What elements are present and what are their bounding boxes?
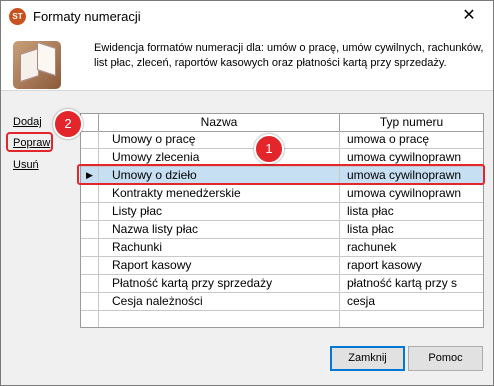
- book-icon: [13, 41, 61, 89]
- table-row[interactable]: Rachunki rachunek: [81, 239, 483, 257]
- row-type-cell[interactable]: rachunek: [340, 239, 483, 256]
- row-type-cell[interactable]: płatność kartą przy s: [340, 275, 483, 292]
- row-name-cell[interactable]: [99, 311, 340, 327]
- table-row[interactable]: Raport kasowy raport kasowy: [81, 257, 483, 275]
- table-header: Nazwa Typ numeru: [81, 114, 483, 132]
- row-indicator-cell: [81, 293, 99, 310]
- close-dialog-button[interactable]: Zamknij: [330, 346, 405, 371]
- close-button[interactable]: ✕: [446, 1, 492, 32]
- table-row[interactable]: ▶ Umowy o dzieło umowa cywilnoprawn: [81, 167, 483, 185]
- row-name-cell[interactable]: Umowy zlecenia: [99, 149, 340, 166]
- row-type-cell[interactable]: umowa cywilnoprawn: [340, 185, 483, 202]
- row-type-cell[interactable]: umowa o pracę: [340, 131, 483, 148]
- column-header-name[interactable]: Nazwa: [99, 114, 340, 131]
- row-name-cell[interactable]: Listy płac: [99, 203, 340, 220]
- row-pointer-icon: ▶: [81, 167, 99, 184]
- row-name-cell[interactable]: Rachunki: [99, 239, 340, 256]
- header-separator: [1, 90, 493, 91]
- row-type-cell[interactable]: lista płac: [340, 221, 483, 238]
- row-type-cell[interactable]: umowa cywilnoprawn: [340, 167, 483, 184]
- header-indicator-cell: [81, 114, 99, 131]
- row-indicator-cell: [81, 203, 99, 220]
- row-indicator-cell: [81, 131, 99, 148]
- step-badge-1: 1: [254, 134, 284, 164]
- row-type-cell[interactable]: raport kasowy: [340, 257, 483, 274]
- header-description: Ewidencja formatów numeracji dla: umów o…: [94, 42, 484, 69]
- row-type-cell[interactable]: cesja: [340, 293, 483, 310]
- header-panel: Ewidencja formatów numeracji dla: umów o…: [1, 32, 493, 90]
- row-name-cell[interactable]: Nazwa listy płac: [99, 221, 340, 238]
- row-type-cell[interactable]: lista płac: [340, 203, 483, 220]
- app-logo-icon: ST: [9, 8, 26, 25]
- row-name-cell[interactable]: Umowy o pracę: [99, 131, 340, 148]
- row-name-cell[interactable]: Umowy o dzieło: [99, 167, 340, 184]
- row-indicator-cell: [81, 221, 99, 238]
- table-row[interactable]: Kontrakty menedżerskie umowa cywilnoprawn: [81, 185, 483, 203]
- table-row[interactable]: Nazwa listy płac lista płac: [81, 221, 483, 239]
- help-button[interactable]: Pomoc: [408, 346, 483, 371]
- row-type-cell[interactable]: umowa cywilnoprawn: [340, 149, 483, 166]
- delete-link[interactable]: Usuń: [13, 159, 39, 171]
- table-row[interactable]: Płatność kartą przy sprzedaży płatność ka…: [81, 275, 483, 293]
- row-indicator-cell: [81, 311, 99, 327]
- row-indicator-cell: [81, 257, 99, 274]
- row-name-cell[interactable]: Płatność kartą przy sprzedaży: [99, 275, 340, 292]
- row-indicator-cell: [81, 149, 99, 166]
- row-name-cell[interactable]: Raport kasowy: [99, 257, 340, 274]
- row-type-cell[interactable]: [340, 311, 483, 327]
- step-badge-2: 2: [53, 109, 83, 139]
- window-title: Formaty numeracji: [33, 9, 141, 24]
- row-indicator-cell: [81, 239, 99, 256]
- row-name-cell[interactable]: Cesja należności: [99, 293, 340, 310]
- row-indicator-cell: [81, 275, 99, 292]
- table-row[interactable]: [81, 311, 483, 327]
- dialog-window: ST Formaty numeracji ✕ Ewidencja formató…: [0, 0, 494, 386]
- column-header-type[interactable]: Typ numeru: [340, 114, 483, 131]
- table-row[interactable]: Listy płac lista płac: [81, 203, 483, 221]
- title-bar: ST Formaty numeracji ✕: [1, 1, 493, 32]
- edit-link-highlight: [6, 132, 53, 152]
- row-name-cell[interactable]: Kontrakty menedżerskie: [99, 185, 340, 202]
- row-indicator-cell: [81, 185, 99, 202]
- add-link[interactable]: Dodaj: [13, 116, 42, 128]
- table-row[interactable]: Cesja należności cesja: [81, 293, 483, 311]
